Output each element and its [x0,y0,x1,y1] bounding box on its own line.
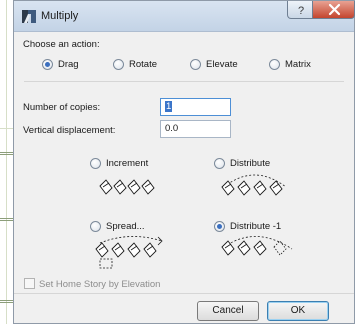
radio-drag[interactable]: Drag [42,57,79,71]
title-bar[interactable]: Multiply ? [14,1,355,32]
radio-button[interactable] [190,58,201,70]
radio-label: Increment [106,157,149,169]
radio-label: Elevate [206,58,238,70]
radio-label: Matrix [285,58,311,70]
increment-icon [99,179,155,195]
multiply-icon [22,10,36,23]
svg-text:?: ? [298,5,304,17]
copies-field[interactable]: 1 [160,98,231,116]
multiply-dialog: Multiply ? Choose an action: Drag Rotate… [13,0,355,324]
radio-button[interactable] [90,157,101,169]
help-button[interactable]: ? [287,1,313,19]
copies-label: Number of copies: [23,102,101,113]
radio-matrix[interactable]: Matrix [269,57,311,71]
close-x-icon [328,3,341,16]
ok-button[interactable]: OK [267,301,329,321]
home-story-checkbox[interactable] [24,278,35,289]
home-story-label: Set Home Story by Elevation [39,279,161,290]
section-divider [24,81,344,82]
distribute-minus-one-icon [221,236,293,256]
radio-label: Drag [58,58,79,70]
copies-value: 1 [165,101,173,112]
canvas-guide-line [6,0,7,324]
question-mark-icon: ? [298,5,304,17]
canvas-wall-mark [0,300,14,303]
vertical-displacement-field[interactable]: 0.0 [160,120,231,138]
cancel-button[interactable]: Cancel [197,301,259,321]
radio-rotate[interactable]: Rotate [113,57,157,71]
action-section-label: Choose an action: [23,39,100,50]
radio-elevate[interactable]: Elevate [190,57,238,71]
canvas-wall-mark [0,218,14,221]
spread-icon [95,236,163,269]
vertical-displacement-label: Vertical displacement: [23,125,116,136]
radio-button[interactable] [113,58,124,70]
radio-button[interactable] [269,58,280,70]
footer-divider [14,293,354,294]
close-button[interactable] [312,1,355,19]
distribute-icon [221,174,287,196]
canvas-line [0,128,13,129]
radio-button[interactable] [42,58,53,70]
canvas-wall-mark [0,152,14,155]
vertical-displacement-value: 0.0 [165,123,179,134]
radio-increment[interactable]: Increment [90,156,148,170]
radio-label: Rotate [129,58,157,70]
dialog-title: Multiply [41,10,79,22]
